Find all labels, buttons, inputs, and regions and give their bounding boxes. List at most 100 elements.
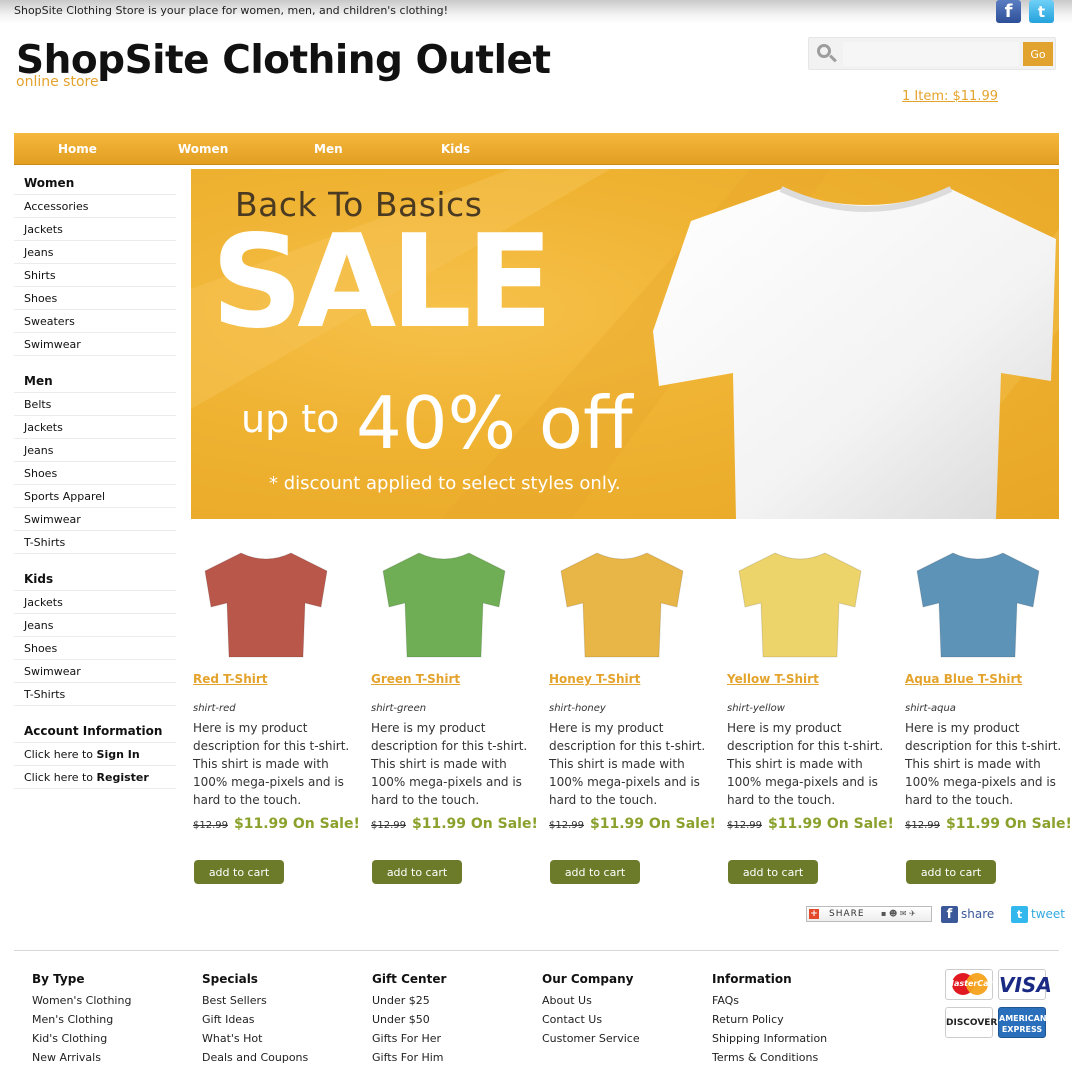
visa-logo: VISA — [998, 969, 1052, 1000]
facebook-icon[interactable]: f — [996, 0, 1021, 23]
sidebar-head-women[interactable]: Women — [14, 172, 176, 195]
product-tshirt-image[interactable] — [379, 545, 509, 663]
sign-in-label[interactable]: Sign In — [97, 748, 140, 761]
sidebar-item-accessories[interactable]: Accessories — [14, 195, 176, 218]
sidebar-item-jeans[interactable]: Jeans — [14, 241, 176, 264]
add-to-cart-button[interactable]: add to cart — [906, 860, 996, 884]
footer-link[interactable]: Under $25 — [372, 991, 532, 1010]
product-price: $12.99 $11.99 On Sale! — [727, 813, 894, 832]
register-label[interactable]: Register — [97, 771, 149, 784]
footer-link[interactable]: Gifts For Her — [372, 1029, 532, 1048]
sidebar-head-kids[interactable]: Kids — [14, 568, 176, 591]
footer-link[interactable]: Shipping Information — [712, 1029, 872, 1048]
footer-link[interactable]: Customer Service — [542, 1029, 702, 1048]
sidebar-item-shoes[interactable]: Shoes — [14, 637, 176, 660]
product-tshirt-image[interactable] — [201, 545, 331, 663]
nav-kids[interactable]: Kids — [441, 142, 470, 156]
amex-logo: AMERICAN EXPRESS — [998, 1007, 1047, 1038]
old-price: $12.99 — [193, 820, 228, 831]
sidebar-item-swimwear[interactable]: Swimwear — [14, 333, 176, 356]
footer-link[interactable]: FAQs — [712, 991, 872, 1010]
search-input[interactable] — [843, 42, 1019, 66]
footer-link[interactable]: New Arrivals — [32, 1048, 192, 1067]
add-to-cart-button[interactable]: add to cart — [194, 860, 284, 884]
tweet-link[interactable]: t tweet — [1011, 906, 1065, 923]
sidebar-head-men[interactable]: Men — [14, 370, 176, 393]
footer-link[interactable]: Gifts For Him — [372, 1048, 532, 1067]
sidebar-item-shirts[interactable]: Shirts — [14, 264, 176, 287]
footer-link[interactable]: Gift Ideas — [202, 1010, 362, 1029]
white-tshirt-image — [653, 186, 1056, 519]
sidebar-item-jeans[interactable]: Jeans — [14, 614, 176, 637]
sidebar-item-shoes[interactable]: Shoes — [14, 462, 176, 485]
footer-link[interactable]: About Us — [542, 991, 702, 1010]
product-sku: shirt-green — [371, 703, 427, 714]
product-description: Here is my product description for this … — [193, 721, 350, 807]
twitter-icon: t — [1011, 906, 1028, 923]
product-description: Here is my product description for this … — [371, 721, 528, 807]
product-name[interactable]: Honey T-Shirt — [549, 672, 640, 686]
sale-banner[interactable]: Back To Basics SALE up to 40% off * disc… — [191, 169, 1059, 519]
sidebar-item-jackets[interactable]: Jackets — [14, 416, 176, 439]
footer-heading: Information — [712, 972, 792, 986]
product-card: Honey T-Shirt shirt-honey Here is my pro… — [547, 545, 717, 884]
add-to-cart-button[interactable]: add to cart — [372, 860, 462, 884]
product-description: Here is my product description for this … — [905, 721, 1062, 807]
sidebar-item-swimwear[interactable]: Swimwear — [14, 508, 176, 531]
product-tshirt-image[interactable] — [913, 545, 1043, 663]
footer-link[interactable]: Women's Clothing — [32, 991, 192, 1010]
add-to-cart-button[interactable]: add to cart — [550, 860, 640, 884]
old-price: $12.99 — [371, 820, 406, 831]
footer-link[interactable]: What's Hot — [202, 1029, 362, 1048]
nav-women[interactable]: Women — [178, 142, 228, 156]
sidebar-item-sports-apparel[interactable]: Sports Apparel — [14, 485, 176, 508]
register-link[interactable]: Click here to Register — [14, 766, 176, 789]
product-description: Here is my product description for this … — [549, 721, 706, 807]
sidebar-item-sweaters[interactable]: Sweaters — [14, 310, 176, 333]
product-name[interactable]: Aqua Blue T-Shirt — [905, 672, 1022, 686]
share-button[interactable]: + SHARE ▪ ☻ ✉ ✈ — [806, 906, 932, 922]
nav-men[interactable]: Men — [314, 142, 343, 156]
product-tshirt-image[interactable] — [557, 545, 687, 663]
sidebar-item-t-shirts[interactable]: T-Shirts — [14, 683, 176, 706]
go-button[interactable]: Go — [1023, 42, 1053, 66]
product-tshirt-image[interactable] — [735, 545, 865, 663]
sale-price: $11.99 On Sale! — [590, 816, 716, 832]
product-sku: shirt-honey — [549, 703, 606, 714]
cart-link[interactable]: 1 Item: $11.99 — [902, 89, 998, 104]
add-to-cart-button[interactable]: add to cart — [728, 860, 818, 884]
product-sku: shirt-red — [193, 703, 236, 714]
sign-in-link[interactable]: Click here to Sign In — [14, 743, 176, 766]
sidebar-item-jeans[interactable]: Jeans — [14, 439, 176, 462]
old-price: $12.99 — [549, 820, 584, 831]
search-bar: Go — [808, 37, 1056, 70]
footer-column-information: Information FAQs Return Policy Shipping … — [712, 972, 872, 1067]
twitter-icon[interactable]: t — [1029, 0, 1054, 23]
sidebar-item-t-shirts[interactable]: T-Shirts — [14, 531, 176, 554]
main-nav: Home Women Men Kids — [14, 133, 1059, 165]
footer-link[interactable]: Kid's Clothing — [32, 1029, 192, 1048]
search-icon — [817, 44, 837, 64]
product-name[interactable]: Red T-Shirt — [193, 672, 268, 686]
sidebar-item-jackets[interactable]: Jackets — [14, 218, 176, 241]
product-name[interactable]: Green T-Shirt — [371, 672, 460, 686]
footer-link[interactable]: Terms & Conditions — [712, 1048, 872, 1067]
footer-link[interactable]: Under $50 — [372, 1010, 532, 1029]
footer-heading: Gift Center — [372, 972, 447, 986]
sidebar-item-shoes[interactable]: Shoes — [14, 287, 176, 310]
footer-link[interactable]: Return Policy — [712, 1010, 872, 1029]
footer-link[interactable]: Contact Us — [542, 1010, 702, 1029]
footer-link[interactable]: Deals and Coupons — [202, 1048, 362, 1067]
product-name[interactable]: Yellow T-Shirt — [727, 672, 819, 686]
mastercard-label: MasterCard — [946, 979, 999, 988]
footer-link[interactable]: Best Sellers — [202, 991, 362, 1010]
sidebar-item-belts[interactable]: Belts — [14, 393, 176, 416]
footer-heading: By Type — [32, 972, 85, 986]
sidebar-item-jackets[interactable]: Jackets — [14, 591, 176, 614]
footer-link[interactable]: Men's Clothing — [32, 1010, 192, 1029]
facebook-share-link[interactable]: f share — [941, 906, 994, 923]
sidebar-item-swimwear[interactable]: Swimwear — [14, 660, 176, 683]
nav-home[interactable]: Home — [58, 142, 97, 156]
sale-price: $11.99 On Sale! — [412, 816, 538, 832]
